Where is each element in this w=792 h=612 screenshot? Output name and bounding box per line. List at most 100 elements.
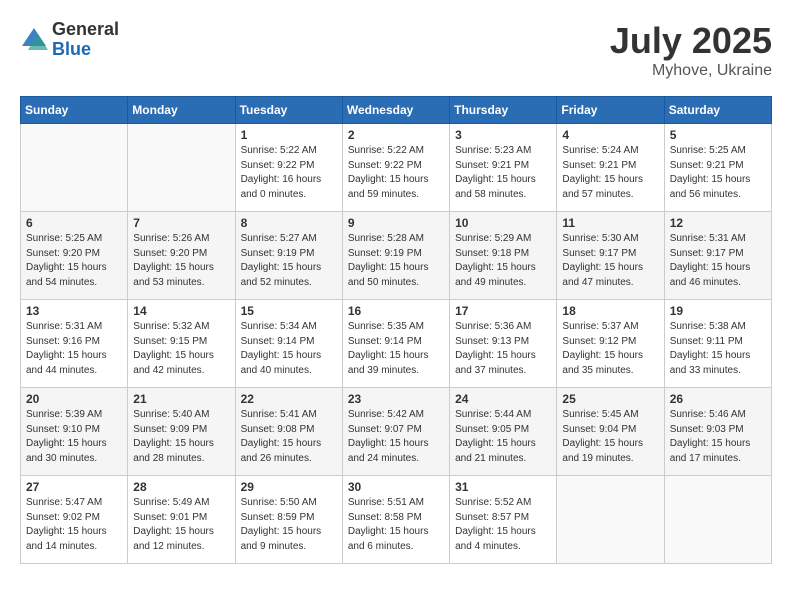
weekday-header-sunday: Sunday — [21, 97, 128, 124]
calendar-cell: 12 Sunrise: 5:31 AM Sunset: 9:17 PM Dayli… — [664, 212, 771, 300]
day-info: Sunrise: 5:30 AM Sunset: 9:17 PM Dayligh… — [562, 232, 658, 290]
logo-general-text: General — [52, 20, 119, 40]
day-info: Sunrise: 5:39 AM Sunset: 9:10 PM Dayligh… — [26, 408, 122, 466]
day-info: Sunrise: 5:34 AM Sunset: 9:14 PM Dayligh… — [241, 320, 337, 378]
day-info: Sunrise: 5:38 AM Sunset: 9:11 PM Dayligh… — [670, 320, 766, 378]
day-info: Sunrise: 5:31 AM Sunset: 9:17 PM Dayligh… — [670, 232, 766, 290]
weekday-header-saturday: Saturday — [664, 97, 771, 124]
day-info: Sunrise: 5:22 AM Sunset: 9:22 PM Dayligh… — [348, 144, 444, 202]
day-number: 3 — [455, 128, 551, 142]
day-info: Sunrise: 5:49 AM Sunset: 9:01 PM Dayligh… — [133, 496, 229, 554]
day-number: 9 — [348, 216, 444, 230]
calendar-cell: 5Sunrise: 5:25 AM Sunset: 9:21 PM Daylig… — [664, 124, 771, 212]
calendar-cell: 3 Sunrise: 5:23 AM Sunset: 9:21 PM Daylig… — [450, 124, 557, 212]
calendar-cell: 8Sunrise: 5:27 AM Sunset: 9:19 PM Daylig… — [235, 212, 342, 300]
calendar-table: SundayMondayTuesdayWednesdayThursdayFrid… — [20, 96, 772, 564]
calendar-cell — [128, 124, 235, 212]
day-info: Sunrise: 5:32 AM Sunset: 9:15 PM Dayligh… — [133, 320, 229, 378]
logo: General Blue — [20, 20, 119, 60]
calendar-cell: 1 Sunrise: 5:22 AM Sunset: 9:22 PM Daylig… — [235, 124, 342, 212]
calendar-cell: 20 Sunrise: 5:39 AM Sunset: 9:10 PM Dayli… — [21, 388, 128, 476]
weekday-header-thursday: Thursday — [450, 97, 557, 124]
day-number: 14 — [133, 304, 229, 318]
day-number: 5 — [670, 128, 766, 142]
day-number: 16 — [348, 304, 444, 318]
calendar-cell: 7 Sunrise: 5:26 AM Sunset: 9:20 PM Daylig… — [128, 212, 235, 300]
calendar-cell: 26 Sunrise: 5:46 AM Sunset: 9:03 PM Dayli… — [664, 388, 771, 476]
calendar-cell — [664, 476, 771, 564]
logo-blue-text: Blue — [52, 40, 119, 60]
logo-text: General Blue — [52, 20, 119, 60]
calendar-cell: 31 Sunrise: 5:52 AM Sunset: 8:57 PM Dayli… — [450, 476, 557, 564]
calendar-cell — [21, 124, 128, 212]
day-info: Sunrise: 5:23 AM Sunset: 9:21 PM Dayligh… — [455, 144, 551, 202]
calendar-cell: 2Sunrise: 5:22 AM Sunset: 9:22 PM Daylig… — [342, 124, 449, 212]
day-info: Sunrise: 5:28 AM Sunset: 9:19 PM Dayligh… — [348, 232, 444, 290]
day-number: 10 — [455, 216, 551, 230]
day-number: 7 — [133, 216, 229, 230]
calendar-cell: 18 Sunrise: 5:37 AM Sunset: 9:12 PM Dayli… — [557, 300, 664, 388]
calendar-cell: 19Sunrise: 5:38 AM Sunset: 9:11 PM Dayli… — [664, 300, 771, 388]
day-number: 18 — [562, 304, 658, 318]
location: Myhove, Ukraine — [610, 62, 772, 80]
day-number: 30 — [348, 480, 444, 494]
logo-icon — [20, 26, 48, 54]
day-number: 8 — [241, 216, 337, 230]
day-info: Sunrise: 5:22 AM Sunset: 9:22 PM Dayligh… — [241, 144, 337, 202]
day-info: Sunrise: 5:31 AM Sunset: 9:16 PM Dayligh… — [26, 320, 122, 378]
day-number: 13 — [26, 304, 122, 318]
day-info: Sunrise: 5:35 AM Sunset: 9:14 PM Dayligh… — [348, 320, 444, 378]
calendar-cell: 13 Sunrise: 5:31 AM Sunset: 9:16 PM Dayli… — [21, 300, 128, 388]
calendar-cell: 27 Sunrise: 5:47 AM Sunset: 9:02 PM Dayli… — [21, 476, 128, 564]
calendar-cell: 4Sunrise: 5:24 AM Sunset: 9:21 PM Daylig… — [557, 124, 664, 212]
calendar-cell: 30Sunrise: 5:51 AM Sunset: 8:58 PM Dayli… — [342, 476, 449, 564]
weekday-header-monday: Monday — [128, 97, 235, 124]
calendar-week-row: 20 Sunrise: 5:39 AM Sunset: 9:10 PM Dayli… — [21, 388, 772, 476]
weekday-header-wednesday: Wednesday — [342, 97, 449, 124]
calendar-cell: 6 Sunrise: 5:25 AM Sunset: 9:20 PM Daylig… — [21, 212, 128, 300]
day-info: Sunrise: 5:40 AM Sunset: 9:09 PM Dayligh… — [133, 408, 229, 466]
calendar-week-row: 27 Sunrise: 5:47 AM Sunset: 9:02 PM Dayli… — [21, 476, 772, 564]
day-info: Sunrise: 5:41 AM Sunset: 9:08 PM Dayligh… — [241, 408, 337, 466]
calendar-cell: 11Sunrise: 5:30 AM Sunset: 9:17 PM Dayli… — [557, 212, 664, 300]
day-number: 22 — [241, 392, 337, 406]
calendar-cell: 15Sunrise: 5:34 AM Sunset: 9:14 PM Dayli… — [235, 300, 342, 388]
day-number: 29 — [241, 480, 337, 494]
day-info: Sunrise: 5:24 AM Sunset: 9:21 PM Dayligh… — [562, 144, 658, 202]
calendar-cell: 23 Sunrise: 5:42 AM Sunset: 9:07 PM Dayli… — [342, 388, 449, 476]
calendar-week-row: 6 Sunrise: 5:25 AM Sunset: 9:20 PM Daylig… — [21, 212, 772, 300]
day-info: Sunrise: 5:47 AM Sunset: 9:02 PM Dayligh… — [26, 496, 122, 554]
day-number: 6 — [26, 216, 122, 230]
calendar-cell: 21Sunrise: 5:40 AM Sunset: 9:09 PM Dayli… — [128, 388, 235, 476]
day-info: Sunrise: 5:44 AM Sunset: 9:05 PM Dayligh… — [455, 408, 551, 466]
day-info: Sunrise: 5:45 AM Sunset: 9:04 PM Dayligh… — [562, 408, 658, 466]
day-number: 23 — [348, 392, 444, 406]
calendar-cell: 14 Sunrise: 5:32 AM Sunset: 9:15 PM Dayli… — [128, 300, 235, 388]
page-header: General Blue July 2025 Myhove, Ukraine — [20, 20, 772, 80]
day-number: 12 — [670, 216, 766, 230]
calendar-week-row: 1 Sunrise: 5:22 AM Sunset: 9:22 PM Daylig… — [21, 124, 772, 212]
day-info: Sunrise: 5:52 AM Sunset: 8:57 PM Dayligh… — [455, 496, 551, 554]
day-number: 31 — [455, 480, 551, 494]
day-info: Sunrise: 5:42 AM Sunset: 9:07 PM Dayligh… — [348, 408, 444, 466]
calendar-cell: 28 Sunrise: 5:49 AM Sunset: 9:01 PM Dayli… — [128, 476, 235, 564]
weekday-header-row: SundayMondayTuesdayWednesdayThursdayFrid… — [21, 97, 772, 124]
calendar-cell: 16 Sunrise: 5:35 AM Sunset: 9:14 PM Dayli… — [342, 300, 449, 388]
day-number: 20 — [26, 392, 122, 406]
calendar-week-row: 13 Sunrise: 5:31 AM Sunset: 9:16 PM Dayli… — [21, 300, 772, 388]
day-number: 26 — [670, 392, 766, 406]
day-number: 25 — [562, 392, 658, 406]
day-info: Sunrise: 5:37 AM Sunset: 9:12 PM Dayligh… — [562, 320, 658, 378]
day-number: 28 — [133, 480, 229, 494]
day-number: 17 — [455, 304, 551, 318]
calendar-cell: 22 Sunrise: 5:41 AM Sunset: 9:08 PM Dayli… — [235, 388, 342, 476]
day-info: Sunrise: 5:50 AM Sunset: 8:59 PM Dayligh… — [241, 496, 337, 554]
day-info: Sunrise: 5:26 AM Sunset: 9:20 PM Dayligh… — [133, 232, 229, 290]
day-info: Sunrise: 5:46 AM Sunset: 9:03 PM Dayligh… — [670, 408, 766, 466]
calendar-cell: 9 Sunrise: 5:28 AM Sunset: 9:19 PM Daylig… — [342, 212, 449, 300]
weekday-header-friday: Friday — [557, 97, 664, 124]
day-info: Sunrise: 5:25 AM Sunset: 9:20 PM Dayligh… — [26, 232, 122, 290]
day-number: 27 — [26, 480, 122, 494]
day-number: 1 — [241, 128, 337, 142]
calendar-cell: 17Sunrise: 5:36 AM Sunset: 9:13 PM Dayli… — [450, 300, 557, 388]
